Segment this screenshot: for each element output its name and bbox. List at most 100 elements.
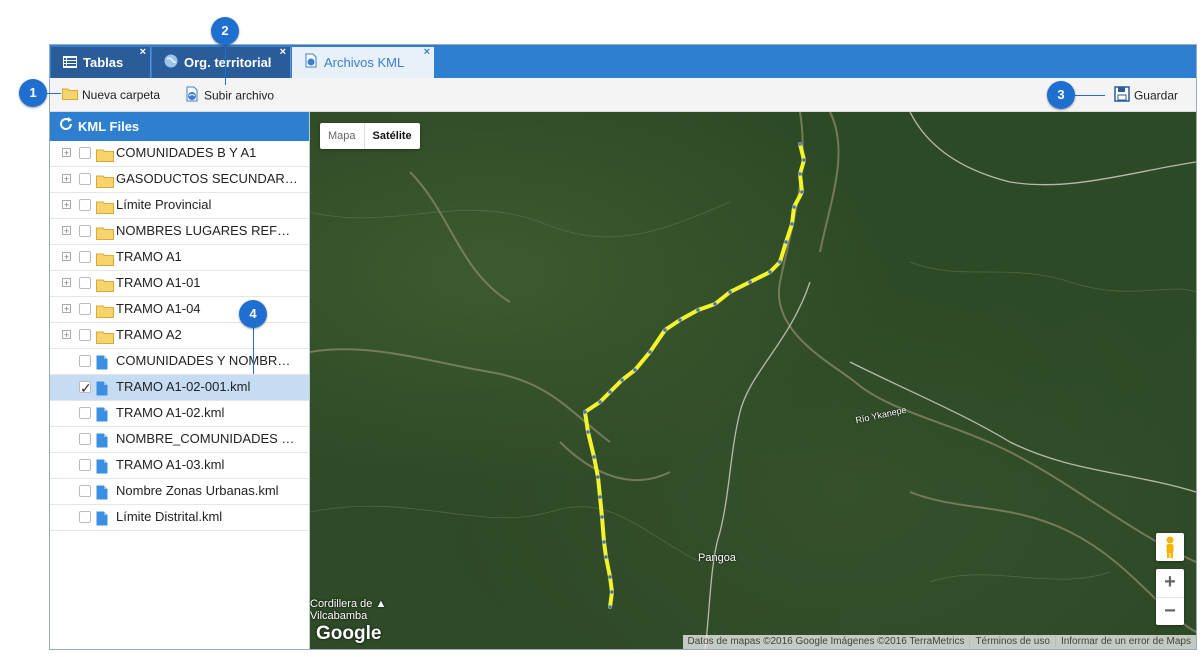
map-type-mapa-button[interactable]: Mapa <box>320 123 365 149</box>
satellite-imagery <box>310 112 1196 649</box>
callout-pointer <box>1075 95 1105 96</box>
tree-folder-row[interactable]: + TRAMO A1 <box>50 245 309 271</box>
panel-header: KML Files <box>50 112 309 141</box>
tree-item-label: TRAMO A1-02-001.kml <box>116 379 251 394</box>
expand-icon[interactable]: + <box>62 304 71 314</box>
tree-file-row[interactable]: Límite Distrital.kml <box>50 505 309 531</box>
expand-icon[interactable]: + <box>62 148 71 158</box>
route-vertex <box>604 555 608 559</box>
file-icon <box>96 510 108 534</box>
kml-route-line[interactable] <box>583 142 806 609</box>
tree-file-row[interactable]: TRAMO A1-03.kml <box>50 453 309 479</box>
expand-icon[interactable]: + <box>62 200 71 210</box>
terms-link[interactable]: Términos de uso <box>969 636 1055 647</box>
route-vertex <box>602 540 606 544</box>
route-vertex <box>768 270 772 274</box>
row-checkbox[interactable] <box>79 147 91 159</box>
place-label-pangoa: Pangoa <box>698 552 736 564</box>
google-logo: Google <box>316 623 382 644</box>
expand-icon[interactable]: + <box>62 226 71 236</box>
park-icon: ▲ <box>375 598 387 610</box>
callout-pointer <box>253 328 254 374</box>
tree-folder-row[interactable]: + COMUNIDADES B Y A1 <box>50 141 309 167</box>
expand-icon[interactable]: + <box>62 278 71 288</box>
route-vertex <box>600 515 604 519</box>
zoom-in-button[interactable]: + <box>1156 569 1184 598</box>
expand-icon[interactable]: + <box>62 252 71 262</box>
tab-org-territorial[interactable]: Org. territorial × <box>152 46 291 79</box>
tab-tablas[interactable]: Tablas × <box>51 46 151 79</box>
table-icon <box>63 48 77 79</box>
close-tab-icon[interactable]: × <box>140 37 146 68</box>
tree-file-row[interactable]: TRAMO A1-02-001.kml <box>50 375 309 401</box>
route-vertex <box>648 350 652 354</box>
tree-item-label: Límite Distrital.kml <box>116 509 223 524</box>
tree-file-row[interactable]: TRAMO A1-02.kml <box>50 401 309 427</box>
expand-icon[interactable]: + <box>62 174 71 184</box>
map-type-satellite-button[interactable]: Satélite <box>365 123 420 149</box>
route-vertex <box>778 260 782 264</box>
kml-files-panel: KML Files + COMUNIDADES B Y A1 + GASODUCTOS… <box>50 112 310 649</box>
street-view-pegman-icon[interactable] <box>1156 533 1184 561</box>
tree-folder-row[interactable]: + TRAMO A1-04 <box>50 297 309 323</box>
report-error-link[interactable]: Informar de un error de Maps <box>1054 636 1196 647</box>
callout-pointer <box>47 93 61 94</box>
kml-file-icon <box>304 48 318 79</box>
new-folder-button[interactable]: Nueva carpeta <box>62 86 160 104</box>
row-checkbox[interactable] <box>79 511 91 523</box>
route-vertex <box>620 378 624 382</box>
map-view[interactable]: Mapa Satélite Pangoa Cordillera de ▲ Vilca… <box>310 112 1196 649</box>
row-checkbox[interactable] <box>79 303 91 315</box>
row-checkbox[interactable] <box>79 376 92 400</box>
folder-icon <box>62 87 78 105</box>
upload-kml-icon <box>184 86 200 107</box>
row-checkbox[interactable] <box>79 225 91 237</box>
tree-item-label: Límite Provincial <box>116 197 212 212</box>
row-checkbox[interactable] <box>79 355 91 367</box>
tree-file-row[interactable]: NOMBRE_COMUNIDADES … <box>50 427 309 453</box>
row-checkbox[interactable] <box>79 459 91 471</box>
route-vertex <box>728 290 732 294</box>
place-label-cordillera: Cordillera de ▲ Vilcabamba <box>310 598 387 622</box>
close-tab-icon[interactable]: × <box>424 37 430 68</box>
route-vertex <box>583 410 587 414</box>
row-checkbox[interactable] <box>79 407 91 419</box>
tree-file-row[interactable]: Nombre Zonas Urbanas.kml <box>50 479 309 505</box>
tree-item-label: Nombre Zonas Urbanas.kml <box>116 483 279 498</box>
row-checkbox[interactable] <box>79 277 91 289</box>
route-vertex <box>663 328 667 332</box>
tab-archivos-kml[interactable]: Archivos KML × <box>292 46 434 79</box>
tree-folder-row[interactable]: + TRAMO A2 <box>50 323 309 349</box>
callout-badge-4: 4 <box>239 300 267 328</box>
route-vertex <box>610 590 614 594</box>
tree-item-label: COMUNIDADES Y NOMBR… <box>116 353 291 368</box>
expand-icon[interactable]: + <box>62 330 71 340</box>
upload-label: Subir archivo <box>204 88 275 103</box>
route-vertex <box>598 400 602 404</box>
close-tab-icon[interactable]: × <box>280 37 286 68</box>
tree-item-label: GASODUCTOS SECUNDAR… <box>116 171 298 186</box>
callout-badge-2: 2 <box>211 17 239 45</box>
tree-folder-row[interactable]: + Límite Provincial <box>50 193 309 219</box>
globe-icon <box>164 48 178 79</box>
tree-file-row[interactable]: COMUNIDADES Y NOMBR… <box>50 349 309 375</box>
zoom-out-button[interactable]: − <box>1156 598 1184 626</box>
row-checkbox[interactable] <box>79 485 91 497</box>
upload-file-button[interactable]: Subir archivo <box>184 86 274 104</box>
map-attribution: Datos de mapas ©2016 Google Imágenes ©20… <box>682 635 1196 649</box>
tree-folder-row[interactable]: + GASODUCTOS SECUNDAR… <box>50 167 309 193</box>
tree-folder-row[interactable]: + TRAMO A1-01 <box>50 271 309 297</box>
tree-folder-row[interactable]: + NOMBRES LUGARES REF… <box>50 219 309 245</box>
row-checkbox[interactable] <box>79 329 91 341</box>
callout-pointer <box>225 45 226 85</box>
route-vertex <box>792 205 796 209</box>
row-checkbox[interactable] <box>79 199 91 211</box>
row-checkbox[interactable] <box>79 251 91 263</box>
route-vertex <box>633 368 637 372</box>
save-button[interactable]: Guardar <box>1114 86 1178 104</box>
tab-label: Archivos KML <box>324 55 405 70</box>
callout-badge-1: 1 <box>19 79 47 107</box>
row-checkbox[interactable] <box>79 173 91 185</box>
refresh-icon[interactable] <box>58 113 74 142</box>
row-checkbox[interactable] <box>79 433 91 445</box>
